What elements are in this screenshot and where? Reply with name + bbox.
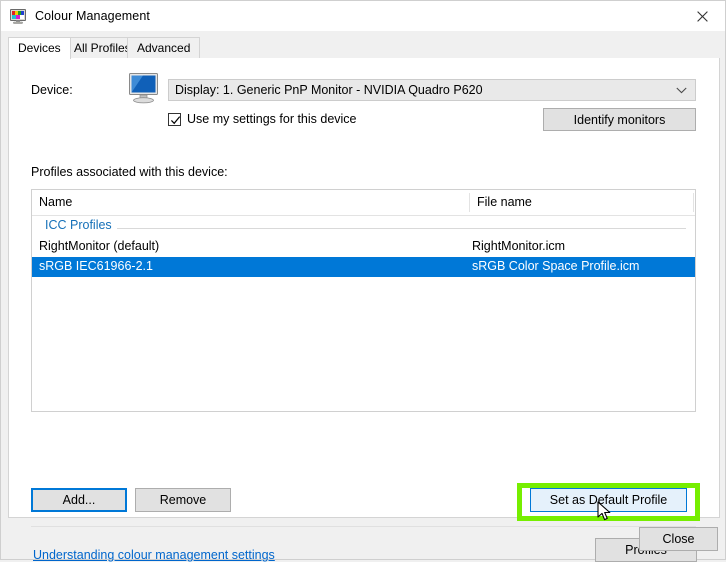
device-label: Device: <box>31 83 73 97</box>
group-header-label: ICC Profiles <box>45 218 117 232</box>
checkbox-box[interactable] <box>168 112 181 126</box>
profiles-listview[interactable]: Name File name ICC Profiles RightMonitor… <box>31 189 696 412</box>
tab-strip: Devices All Profiles Advanced <box>8 37 720 59</box>
profile-name: RightMonitor (default) <box>39 239 160 253</box>
separator-line <box>31 526 696 527</box>
window-title: Colour Management <box>35 9 150 23</box>
tab-devices[interactable]: Devices <box>8 37 71 59</box>
title-bar: Colour Management <box>1 1 725 31</box>
add-button[interactable]: Add... <box>31 488 127 512</box>
profile-file-name: sRGB Color Space Profile.icm <box>472 259 640 273</box>
colour-management-window: Colour Management Devices All Profiles A… <box>0 0 726 562</box>
column-header-name[interactable]: Name <box>32 190 469 215</box>
use-my-settings-checkbox[interactable]: Use my settings for this device <box>168 112 357 126</box>
close-icon[interactable] <box>679 1 725 31</box>
set-as-default-profile-button[interactable]: Set as Default Profile <box>530 488 687 512</box>
column-header-file-name[interactable]: File name <box>470 190 693 215</box>
table-row[interactable]: sRGB IEC61966-2.1 sRGB Color Space Profi… <box>32 257 695 277</box>
tab-advanced[interactable]: Advanced <box>127 37 201 58</box>
monitor-icon <box>127 72 163 104</box>
profile-file-name: RightMonitor.icm <box>472 239 566 253</box>
list-group-header-icc-profiles: ICC Profiles <box>32 216 695 237</box>
colour-monitor-icon <box>10 8 26 24</box>
identify-monitors-button[interactable]: Identify monitors <box>543 108 696 131</box>
group-header-line <box>45 228 686 229</box>
devices-tab-panel: Device: Display: 1. Generic PnP Monitor … <box>8 58 720 562</box>
table-row[interactable]: RightMonitor (default) RightMonitor.icm <box>32 237 695 257</box>
device-select[interactable]: Display: 1. Generic PnP Monitor - NVIDIA… <box>168 79 696 101</box>
listview-body: ICC Profiles RightMonitor (default) Righ… <box>32 216 695 412</box>
profile-name: sRGB IEC61966-2.1 <box>39 259 153 273</box>
remove-button[interactable]: Remove <box>135 488 231 512</box>
use-my-settings-label: Use my settings for this device <box>187 112 357 126</box>
profiles-associated-label: Profiles associated with this device: <box>31 165 228 179</box>
column-divider-2[interactable] <box>693 193 694 212</box>
listview-header: Name File name <box>32 190 695 216</box>
chevron-down-icon <box>676 80 687 100</box>
device-select-value: Display: 1. Generic PnP Monitor - NVIDIA… <box>175 83 483 97</box>
close-dialog-button[interactable]: Close <box>639 527 718 551</box>
